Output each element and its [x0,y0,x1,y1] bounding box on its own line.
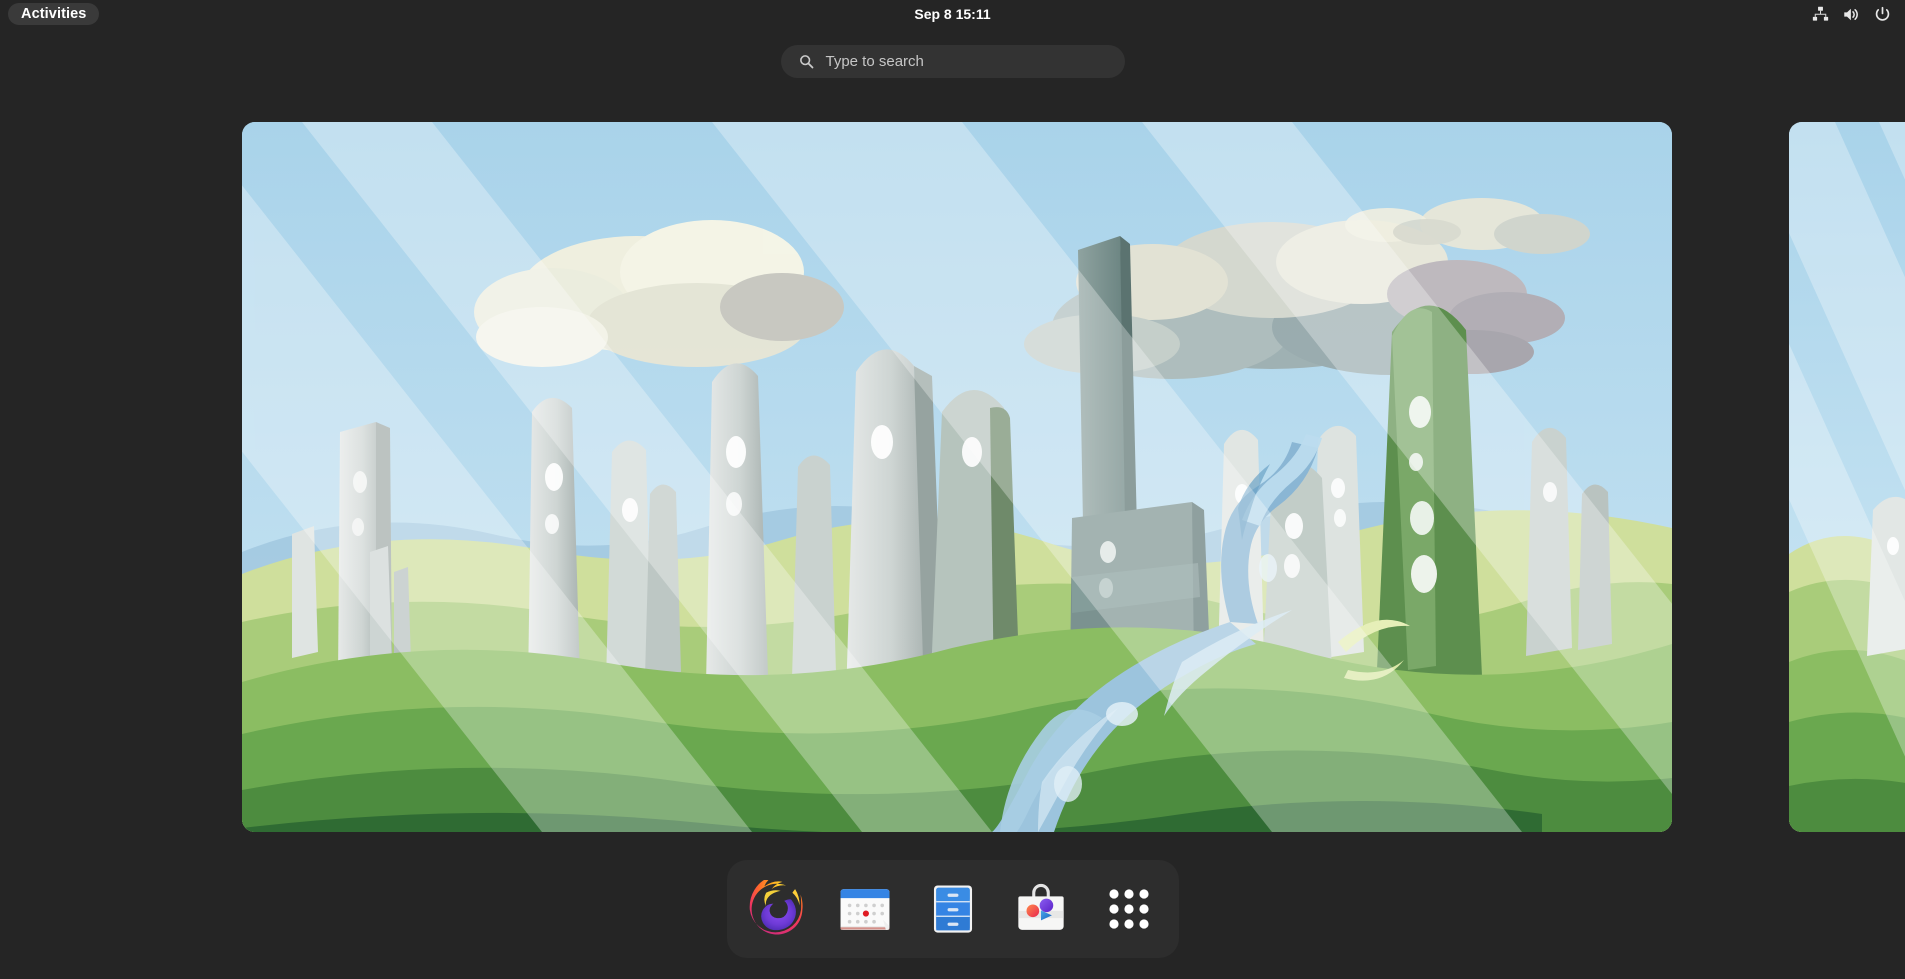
network-wired-icon [1812,6,1829,21]
activities-button[interactable]: Activities [8,3,100,25]
clock-label: Sep 8 15:11 [914,6,991,22]
show-applications-button[interactable] [1090,870,1168,948]
dock-item-calendar[interactable] [826,870,904,948]
firefox-icon [749,880,803,935]
power-icon [1875,6,1890,21]
workspace-thumbnail-2[interactable] [1789,122,1905,832]
grid-icon [1108,889,1149,929]
dock [726,860,1179,958]
activities-label: Activities [21,6,87,22]
software-icon [1017,883,1064,930]
dock-item-software[interactable] [1002,870,1080,948]
clock-button[interactable]: Sep 8 15:11 [904,0,1000,28]
calendar-today-marker [862,910,869,917]
wallpaper-stones [242,122,1672,832]
dock-item-files[interactable] [914,870,992,948]
volume-icon [1844,8,1858,20]
search-input[interactable]: Type to search [780,45,1125,78]
wallpaper-stones-preview [1789,122,1905,832]
workspace-thumbnail-1[interactable] [242,122,1672,832]
system-menu-button[interactable] [1804,0,1899,28]
search-placeholder: Type to search [825,53,924,70]
top-panel: Activities Sep 8 15:11 [0,0,1905,28]
workspaces-container [0,112,1905,852]
search-icon [799,55,813,69]
dock-item-firefox[interactable] [738,870,816,948]
calendar-icon [840,889,889,930]
files-icon [933,885,972,933]
